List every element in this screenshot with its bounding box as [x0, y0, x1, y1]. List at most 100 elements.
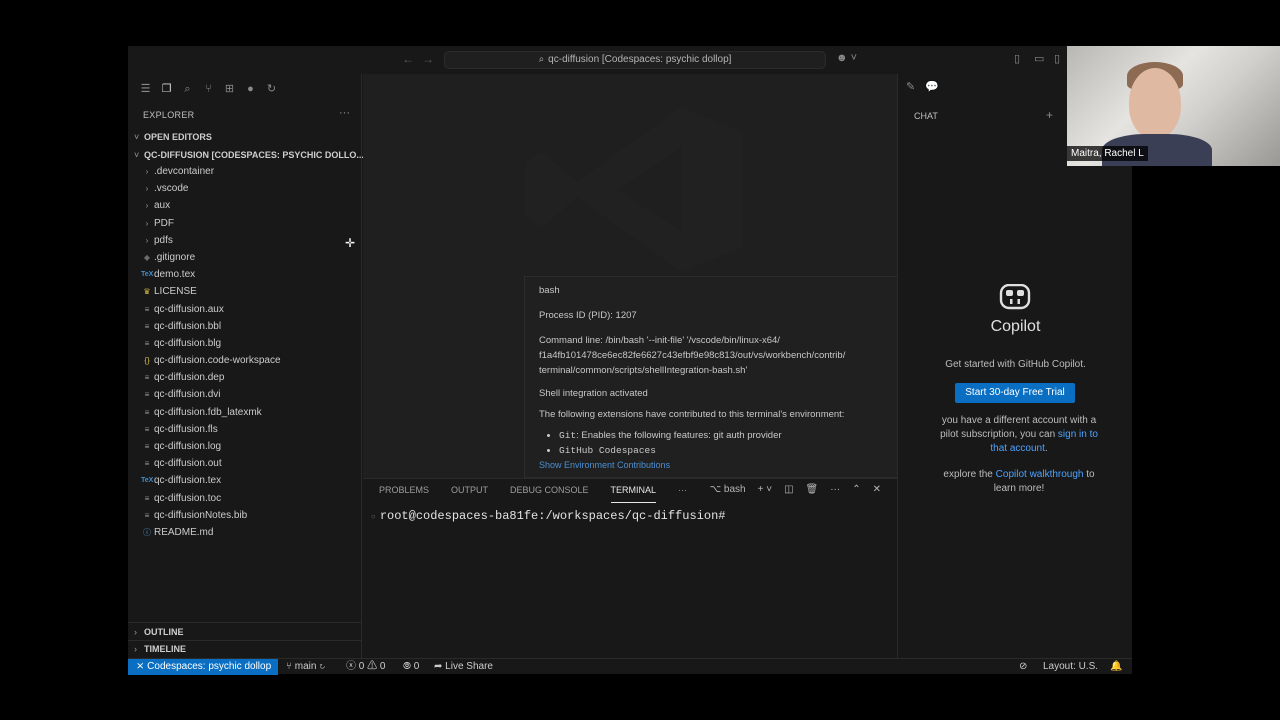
menu-icon[interactable]: ☰: [138, 82, 153, 97]
tree-item-readme[interactable]: ⓘ README.md: [128, 524, 361, 541]
command-center-search[interactable]: ⌕ qc-diffusion [Codespaces: psychic dollo…: [444, 51, 826, 69]
live-share-button[interactable]: ➦ Live Share: [434, 659, 493, 675]
vscode-watermark-logo: [525, 107, 742, 272]
terminal-shell-selector[interactable]: ⌥ bash: [710, 484, 746, 495]
tab-debug-console[interactable]: DEBUG CONSOLE: [510, 485, 589, 503]
tree-item-pdf[interactable]: › PDF: [128, 215, 361, 232]
chevron-right-icon: ›: [134, 627, 137, 637]
ext-desc: : Enables the following features: git au…: [576, 430, 782, 441]
webcam-video: Maitra, Rachel L: [1067, 46, 1280, 166]
remote-icon: ⨯: [136, 661, 145, 672]
timeline-section[interactable]: › TIMELINE: [128, 640, 361, 658]
copilot-menu-icon[interactable]: ☻ ˅: [836, 52, 857, 64]
account-text: you have a different account with a pilo…: [924, 414, 1114, 456]
lines-icon: ≡: [144, 338, 150, 348]
tab-terminal[interactable]: TERMINAL: [610, 485, 657, 503]
git-icon: ◆: [143, 252, 151, 262]
explorer-more-icon[interactable]: ···: [339, 107, 350, 119]
tree-item-aux[interactable]: › aux: [128, 197, 361, 214]
terminal-prompt-line[interactable]: ○ root@codespaces-ba81fe:/workspaces/qc-d…: [371, 509, 725, 523]
tree-item-pdfs[interactable]: › pdfs: [128, 232, 361, 249]
tree-item-label: qc-diffusion.fls: [154, 423, 218, 435]
back-arrow-icon[interactable]: ←: [402, 52, 414, 66]
terminal-hover-tooltip: bash Process ID (PID): 1207 Command line…: [524, 276, 938, 478]
workspace-section[interactable]: ˅ QC-DIFFUSION [CODESPACES: PSYCHIC DOLLO…: [134, 150, 364, 160]
forward-arrow-icon[interactable]: →: [422, 52, 434, 66]
start-trial-button[interactable]: Start 30-day Free Trial: [955, 383, 1075, 403]
source-control-icon[interactable]: ⑂: [201, 82, 216, 97]
panel-more-icon[interactable]: ···: [678, 485, 687, 503]
sync-icon[interactable]: ↻: [319, 661, 325, 672]
tree-item-fdb-latexmk[interactable]: ≡ qc-diffusion.fdb_latexmk: [128, 404, 361, 421]
outline-section[interactable]: › OUTLINE: [128, 622, 361, 640]
edit-icon[interactable]: ✎: [906, 80, 915, 93]
tab-output[interactable]: OUTPUT: [451, 485, 488, 503]
lines-icon: ≡: [144, 442, 150, 451]
chevron-right-icon: ›: [145, 167, 149, 176]
copilot-walkthrough-link[interactable]: Copilot walkthrough: [996, 469, 1084, 480]
explore-line-2: learn more!: [993, 483, 1045, 494]
remote-explorer-icon[interactable]: ↻: [264, 82, 279, 97]
info-icon: ⓘ: [143, 527, 151, 537]
show-env-contributions-link[interactable]: Show Environment Contributions: [539, 460, 923, 470]
kill-terminal-icon[interactable]: 🗑: [806, 484, 819, 495]
tree-item-demo-tex[interactable]: TeX demo.tex: [128, 266, 361, 283]
remote-indicator[interactable]: ⨯ Codespaces: psychic dollop: [128, 659, 278, 675]
toggle-sidebar-icon[interactable]: ▯: [1014, 52, 1020, 65]
account-text-2: pilot subscription, you can: [940, 429, 1058, 440]
search-icon[interactable]: ⌕: [180, 82, 195, 97]
lines-icon: ≡: [144, 459, 150, 469]
problems-indicator[interactable]: ⓧ 0 ⚠ 0: [346, 659, 385, 675]
chevron-right-icon: ›: [134, 644, 137, 654]
new-terminal-icon[interactable]: + ˅: [758, 484, 772, 495]
ports-count: 0: [413, 661, 420, 672]
branch-indicator[interactable]: ⑂ main ↻: [286, 659, 325, 675]
outline-header: › OUTLINE: [134, 627, 184, 637]
tree-item-label: demo.tex: [154, 269, 196, 281]
tree-item-dvi[interactable]: ≡ qc-diffusion.dvi: [128, 386, 361, 403]
split-terminal-icon[interactable]: ◫: [784, 484, 793, 495]
tree-item-toc[interactable]: ≡ qc-diffusion.toc: [128, 490, 361, 507]
tree-item-notes-bib[interactable]: ≡ qc-diffusionNotes.bib: [128, 507, 361, 524]
github-icon[interactable]: ●: [243, 82, 258, 97]
panel-tabs: PROBLEMS OUTPUT DEBUG CONSOLE TERMINAL ·…: [379, 485, 687, 503]
toggle-panel-icon[interactable]: ▭: [1034, 52, 1044, 65]
tree-item-aux-file[interactable]: ≡ qc-diffusion.aux: [128, 301, 361, 318]
tree-item-license[interactable]: ♛ LICENSE: [128, 283, 361, 300]
that-account-link[interactable]: that account: [990, 443, 1044, 454]
tree-item-code-workspace[interactable]: {} qc-diffusion.code-workspace: [128, 352, 361, 369]
extensions-icon[interactable]: ⊞: [222, 82, 237, 97]
warning-count: 0: [379, 661, 386, 672]
tree-item-fls[interactable]: ≡ qc-diffusion.fls: [128, 421, 361, 438]
sign-in-link[interactable]: sign in to: [1058, 429, 1098, 440]
ports-indicator[interactable]: ⦾ 0: [403, 659, 419, 675]
tree-item-gitignore[interactable]: ◆ .gitignore: [128, 249, 361, 266]
close-panel-icon[interactable]: ✕: [873, 484, 881, 495]
copilot-subtitle: Get started with GitHub Copilot.: [945, 359, 1086, 370]
explorer-icon[interactable]: ❐: [159, 82, 174, 97]
terminal-more-icon[interactable]: ···: [830, 484, 840, 495]
tree-item-vscode[interactable]: › .vscode: [128, 180, 361, 197]
copilot-status-icon[interactable]: ⊘: [1019, 659, 1027, 675]
new-chat-icon[interactable]: +: [1046, 108, 1053, 122]
command-center-label: qc-diffusion [Codespaces: psychic dollop…: [548, 54, 732, 65]
tree-item-dep[interactable]: ≡ qc-diffusion.dep: [128, 369, 361, 386]
hover-command-line: Command line: /bin/bash '--init-file' '/…: [539, 333, 923, 378]
tree-item-devcontainer[interactable]: › .devcontainer: [128, 163, 361, 180]
tree-item-blg[interactable]: ≡ qc-diffusion.blg: [128, 335, 361, 352]
tree-item-log[interactable]: ≡ qc-diffusion.log: [128, 438, 361, 455]
tab-problems[interactable]: PROBLEMS: [379, 485, 429, 503]
hover-shell-integration: Shell integration activated: [539, 388, 648, 399]
tree-item-tex[interactable]: TeX qc-diffusion.tex: [128, 472, 361, 489]
maximize-panel-icon[interactable]: ⌃: [852, 484, 860, 495]
open-editors-section[interactable]: ˅ OPEN EDITORS: [134, 132, 212, 142]
toggle-secondary-sidebar-icon[interactable]: ▯: [1054, 52, 1060, 65]
notifications-bell-icon[interactable]: 🔔: [1110, 659, 1122, 675]
layout-indicator[interactable]: Layout: U.S.: [1043, 659, 1098, 675]
tree-item-out[interactable]: ≡ qc-diffusion.out: [128, 455, 361, 472]
chat-icon[interactable]: 💬: [925, 80, 939, 93]
vscode-window: ← → ⌕ qc-diffusion [Codespaces: psychic d…: [128, 46, 1132, 675]
chevron-right-icon: ›: [145, 218, 149, 228]
tree-item-bbl[interactable]: ≡ qc-diffusion.bbl: [128, 318, 361, 335]
braces-icon: {}: [144, 356, 150, 366]
